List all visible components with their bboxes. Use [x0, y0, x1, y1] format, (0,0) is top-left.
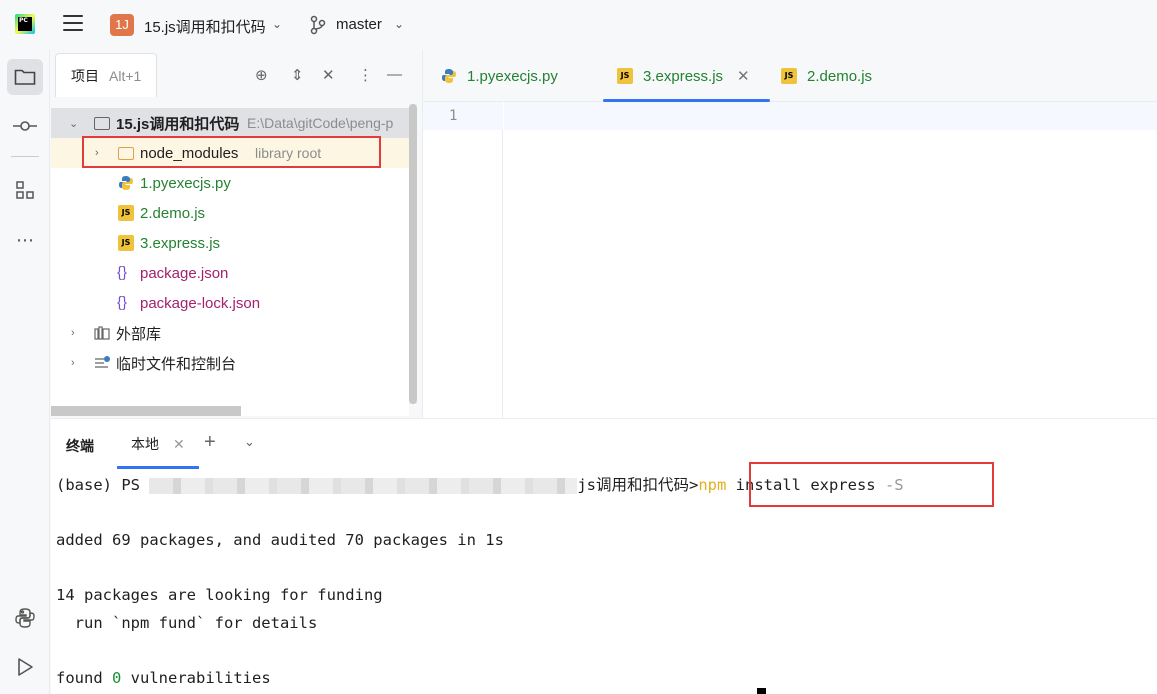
tree-row-express-js[interactable]: JS 3.express.js	[51, 228, 409, 258]
tab-label-pyexecjs: 1.pyexecjs.py	[467, 67, 558, 85]
tree-label-external-libraries: 外部库	[116, 325, 162, 343]
tree-row-package-json[interactable]: {} package.json	[51, 258, 409, 288]
python-console-icon[interactable]	[7, 600, 43, 636]
cmd-npm: npm	[698, 476, 727, 494]
tab-label-express-js: 3.express.js	[643, 67, 724, 85]
tool-window-strip: ⋯	[0, 50, 50, 694]
close-tab-icon[interactable]: ✕	[737, 67, 750, 85]
project-name[interactable]: 15.js调用和扣代码	[144, 16, 266, 37]
prompt-prefix: (base) PS	[56, 476, 150, 494]
commit-icon[interactable]	[7, 108, 43, 144]
terminal-tab-label: 本地	[131, 436, 159, 452]
prompt-suffix: js调用和扣代码>	[577, 476, 699, 494]
project-tab-shortcut: Alt+1	[109, 67, 142, 84]
terminal-title: 终端	[66, 438, 94, 454]
terminal-caret	[757, 688, 766, 694]
json-file-icon: {}	[117, 264, 128, 281]
structure-icon[interactable]	[7, 172, 43, 208]
tab-pyexecjs[interactable]: 1.pyexecjs.py	[441, 50, 558, 102]
js-file-icon: JS	[118, 205, 134, 221]
terminal-line-found: found 0 vulnerabilities	[56, 667, 271, 689]
tree-row-package-lock-json[interactable]: {} package-lock.json	[51, 288, 409, 318]
app-logo-text: PC	[18, 17, 32, 31]
redacted-path	[149, 477, 578, 494]
tree-row-root[interactable]: ⌄ 15.js调用和扣代码 E:\Data\gitCode\peng-p	[51, 108, 409, 138]
terminal-line-added: added 69 packages, and audited 70 packag…	[56, 531, 504, 549]
locate-file-icon[interactable]: ⊕	[255, 66, 268, 84]
tree-label-scratches: 临时文件和控制台	[116, 355, 237, 373]
highlight-box-npm-command	[749, 462, 994, 507]
library-icon	[94, 326, 110, 340]
tree-label-package-json: package.json	[140, 264, 229, 282]
project-folder-icon[interactable]	[7, 59, 43, 95]
main-menu-icon[interactable]	[63, 15, 83, 33]
tab-label-demo-js: 2.demo.js	[807, 67, 873, 85]
project-badge[interactable]: 1J	[110, 14, 134, 36]
editor-gutter	[423, 102, 503, 418]
current-line-gutter	[423, 102, 503, 130]
tab-demo-js[interactable]: JS 2.demo.js	[781, 50, 872, 102]
run-icon[interactable]	[7, 649, 43, 685]
folder-icon	[94, 117, 110, 130]
project-tab-label: 项目	[71, 67, 99, 84]
highlight-box-node-modules	[82, 136, 381, 168]
project-panel: 项目 Alt+1 ⊕ ⇕ ✕ ⋮ — ⌄ 15.js调用和扣代码 E:\Data…	[51, 50, 421, 418]
terminal-line-funding: 14 packages are looking for funding	[56, 586, 383, 604]
tab-express-js[interactable]: JS 3.express.js ✕	[603, 50, 770, 102]
tree-row-demo-js[interactable]: JS 2.demo.js	[51, 198, 409, 228]
hide-panel-icon[interactable]: —	[387, 66, 402, 83]
chevron-right-icon[interactable]: ›	[71, 357, 75, 369]
tree-vertical-scrollbar[interactable]	[409, 104, 417, 404]
git-branch-icon[interactable]	[310, 15, 326, 35]
current-line-highlight[interactable]	[504, 102, 1157, 130]
tree-label-package-lock-json: package-lock.json	[140, 294, 261, 312]
options-icon[interactable]: ⋮	[358, 66, 373, 84]
tree-label-demo-js: 2.demo.js	[140, 204, 206, 222]
new-terminal-plus-icon[interactable]: +	[204, 431, 216, 454]
chevron-right-icon[interactable]: ›	[71, 327, 75, 339]
tree-hint-root: E:\Data\gitCode\peng-p	[247, 115, 394, 131]
terminal-options-chevron-down-icon[interactable]: ⌄	[244, 434, 255, 450]
tree-label-root: 15.js调用和扣代码	[116, 115, 240, 133]
scratches-icon	[95, 356, 110, 368]
tree-horizontal-scrollbar[interactable]	[51, 404, 409, 416]
project-chevron-down-icon[interactable]: ⌄	[272, 17, 282, 31]
branch-chevron-down-icon[interactable]: ⌄	[394, 17, 404, 31]
collapse-all-icon[interactable]: ✕	[322, 66, 335, 84]
editor: 1.pyexecjs.py JS 3.express.js ✕ JS 2.dem…	[422, 50, 1157, 418]
tab-project[interactable]: 项目 Alt+1	[55, 53, 158, 97]
tree-row-pyexecjs[interactable]: 1.pyexecjs.py	[51, 168, 409, 198]
project-panel-header: 项目 Alt+1 ⊕ ⇕ ✕ ⋮ —	[51, 50, 421, 100]
tree-row-external-libraries[interactable]: › 外部库	[51, 318, 409, 348]
terminal-line-fund-hint: run `npm fund` for details	[56, 614, 318, 632]
branch-name[interactable]: master	[336, 16, 382, 33]
chevron-down-icon[interactable]: ⌄	[69, 117, 78, 130]
json-file-icon: {}	[117, 294, 128, 311]
close-terminal-tab-icon[interactable]: ✕	[173, 436, 185, 453]
expand-all-icon[interactable]: ⇕	[291, 66, 304, 84]
more-tools-icon[interactable]: ⋯	[7, 222, 43, 258]
js-file-icon: JS	[118, 235, 134, 251]
tree-row-scratches[interactable]: › 临时文件和控制台	[51, 348, 409, 378]
tree-label-pyexecjs: 1.pyexecjs.py	[140, 174, 231, 192]
line-number: 1	[449, 108, 458, 124]
tab-terminal-local[interactable]: 本地 ✕	[117, 419, 199, 469]
python-file-icon	[442, 69, 456, 83]
terminal-panel: 终端 本地 ✕ + ⌄ (base) PS js调用和扣代码>npm insta…	[51, 418, 1157, 694]
editor-tab-bar: 1.pyexecjs.py JS 3.express.js ✕ JS 2.dem…	[423, 50, 1157, 102]
tree-label-express-js: 3.express.js	[140, 234, 221, 252]
found-zero: 0	[112, 669, 122, 687]
python-file-icon	[119, 176, 133, 190]
found-a: found	[56, 669, 112, 687]
js-file-icon: JS	[781, 68, 797, 84]
found-b: vulnerabilities	[121, 669, 271, 687]
pycharm-logo-icon[interactable]: PC	[15, 14, 35, 34]
title-bar: PC 1J 15.js调用和扣代码 ⌄ master ⌄	[0, 0, 1157, 50]
js-file-icon: JS	[617, 68, 633, 84]
